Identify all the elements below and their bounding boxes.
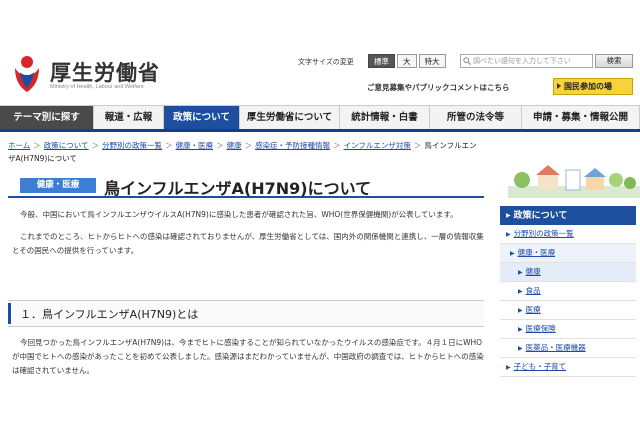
breadcrumb-policy-list[interactable]: 分野別の政策一覧	[102, 141, 162, 150]
search-icon	[463, 57, 471, 65]
ministry-logo-icon[interactable]	[12, 54, 42, 94]
status-paragraph: これまでのところ、ヒトからヒトへの感染は確認されておりませんが、厚生労働省として…	[12, 232, 484, 255]
breadcrumb: ホーム＞政策について＞分野別の政策一覧＞健康・医療＞健康＞感染症・予防接種情報＞…	[8, 141, 477, 163]
sidebar-item-health-medical[interactable]: ▶ 健康・医療	[500, 244, 636, 263]
nav-about[interactable]: 厚生労働省について	[240, 106, 340, 129]
sidebar-heading[interactable]: 政策について	[500, 206, 636, 225]
breadcrumb-infection[interactable]: 感染症・予防接種情報	[255, 141, 330, 150]
font-size-large-button[interactable]: 大	[397, 54, 417, 68]
sidebar-item-drugs-devices[interactable]: ▶ 医薬品・医療機器	[500, 339, 636, 358]
main-content: 今般、中国において鳥インフルエンザウイルスA(H7N9)に感染した患者が確認され…	[8, 208, 484, 266]
breadcrumb-policy[interactable]: 政策について	[44, 141, 89, 150]
site-subtitle: Ministry of Health, Labour and Welfare	[50, 84, 144, 90]
search-placeholder: 調べたい語句を入力して下さい	[473, 57, 571, 65]
section-paragraph: 今回見つかった鳥インフルエンザA(H7N9)は、今までヒトに感染することが知られ…	[12, 338, 484, 375]
nav-applications[interactable]: 申請・募集・情報公開	[522, 106, 640, 129]
sidebar-item-label: 医療	[525, 305, 541, 314]
nav-laws[interactable]: 所管の法令等	[430, 106, 522, 129]
search-button[interactable]: 検索	[595, 54, 633, 68]
section-title: １．鳥インフルエンザA(H7N9)とは	[20, 308, 199, 321]
nav-policy[interactable]: 政策について	[164, 106, 240, 129]
search-input[interactable]: 調べたい語句を入力して下さい	[460, 54, 593, 68]
sidebar: 政策について ▶分野別の政策一覧 ▶健康・医療 ▶健康 ▶食品 ▶医療 ▶医療保…	[500, 206, 636, 377]
sidebar-item-label: 健康・医療	[517, 248, 556, 257]
arrow-icon: ▶	[510, 250, 515, 257]
font-size-standard-button[interactable]: 標準	[368, 54, 395, 68]
breadcrumb-health[interactable]: 健康	[227, 141, 242, 150]
sidebar-item-label: 医薬品・医療機器	[525, 343, 586, 352]
arrow-icon: ▶	[518, 288, 523, 295]
arrow-icon: ▶	[518, 326, 523, 333]
arrow-icon: ▶	[518, 345, 523, 352]
nav-statistics[interactable]: 統計情報・白書	[340, 106, 430, 129]
breadcrumb-health-medical[interactable]: 健康・医療	[176, 141, 214, 150]
site-title[interactable]: 厚生労働省	[50, 57, 160, 87]
intro-paragraph: 今般、中国において鳥インフルエンザウイルスA(H7N9)に感染した患者が確認され…	[20, 210, 458, 219]
sidebar-item-medical[interactable]: ▶ 医療	[500, 301, 636, 320]
sidebar-item-label: 食品	[525, 286, 541, 295]
participation-button[interactable]: 国民参加の場	[553, 78, 633, 95]
page-title: 鳥インフルエンザA(H7N9)について	[104, 179, 372, 198]
arrow-icon: ▶	[518, 307, 523, 314]
sidebar-item-food[interactable]: ▶ 食品	[500, 282, 636, 301]
section-content: 今回見つかった鳥インフルエンザA(H7N9)は、今までヒトに感染することが知られ…	[8, 336, 484, 386]
sidebar-item-insurance[interactable]: ▶ 医療保険	[500, 320, 636, 339]
nav-press[interactable]: 報道・広報	[94, 106, 164, 129]
sidebar-item-childcare[interactable]: ▶ 子ども・子育て	[500, 358, 636, 377]
font-size-xlarge-button[interactable]: 特大	[418, 54, 446, 68]
global-nav: テーマ別に探す 報道・広報 政策について 厚生労働省について 統計情報・白書 所…	[0, 105, 640, 132]
town-illustration-icon	[508, 165, 640, 198]
sidebar-item-label: 分野別の政策一覧	[513, 229, 574, 238]
breadcrumb-home[interactable]: ホーム	[8, 141, 30, 150]
sidebar-item-policy-list[interactable]: ▶ 分野別の政策一覧	[500, 225, 636, 244]
category-badge: 健康・医療	[20, 178, 96, 193]
sidebar-item-label: 子ども・子育て	[513, 362, 567, 371]
arrow-icon: ▶	[506, 364, 511, 371]
breadcrumb-influenza[interactable]: インフルエンザ対策	[344, 141, 411, 150]
nav-theme[interactable]: テーマ別に探す	[0, 106, 94, 129]
arrow-icon: ▶	[518, 269, 523, 276]
sidebar-item-label: 健康	[525, 267, 541, 276]
section-heading: １．鳥インフルエンザA(H7N9)とは	[8, 300, 484, 327]
arrow-icon: ▶	[506, 231, 511, 238]
page-title-bar: 健康・医療 鳥インフルエンザA(H7N9)について	[8, 174, 484, 198]
public-comment-link[interactable]: ご意見募集やパブリックコメントはこちら	[367, 82, 510, 93]
sidebar-item-label: 医療保険	[525, 324, 556, 333]
sidebar-item-health[interactable]: ▶ 健康	[500, 263, 636, 282]
font-size-label: 文字サイズの変更	[298, 58, 354, 66]
font-size-switcher: 標準 大 特大	[368, 54, 446, 68]
